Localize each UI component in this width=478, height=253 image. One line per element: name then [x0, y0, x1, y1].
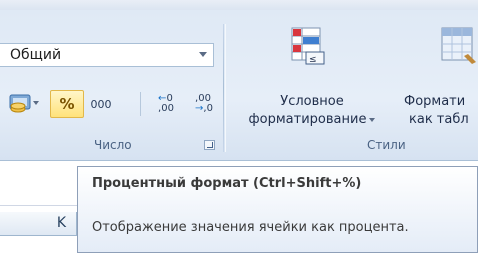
conditional-formatting-label-line1: Условное — [280, 94, 344, 109]
decrease-decimal-bottom: ,0 — [203, 103, 213, 114]
format-as-table-button[interactable]: Формати как табл — [392, 20, 478, 130]
conditional-formatting-label-line2: форматирование — [234, 112, 390, 127]
percent-style-tooltip: Процентный формат (Ctrl+Shift+%) Отображ… — [77, 166, 478, 253]
column-header-label: K — [56, 215, 66, 231]
percent-style-button[interactable]: % — [50, 90, 84, 118]
ribbon-top-strip — [0, 0, 478, 10]
comma-style-button[interactable]: 000 — [86, 90, 116, 118]
conditional-formatting-icon: ≤ — [291, 27, 325, 65]
svg-text:≤: ≤ — [309, 55, 317, 65]
format-as-table-label-line1: Формати — [404, 94, 466, 109]
format-as-table-icon — [441, 27, 476, 64]
tooltip-body: Отображение значения ячейки как процента… — [92, 220, 409, 235]
column-header-k[interactable]: K — [0, 212, 77, 236]
group-separator-highlight — [225, 24, 226, 152]
styles-group-label: Стили — [367, 138, 406, 152]
conditional-formatting-button[interactable]: ≤ Условное форматирование — [234, 20, 390, 130]
group-separator — [223, 24, 224, 152]
tooltip-title: Процентный формат (Ctrl+Shift+%) — [92, 176, 362, 191]
decrease-decimal-button[interactable]: ,00 →,0 — [186, 90, 222, 118]
chevron-down-icon — [369, 117, 376, 122]
currency-format-button[interactable] — [6, 88, 46, 118]
chevron-down-icon[interactable] — [199, 52, 207, 57]
decrease-decimal-icon: ,00 →,0 — [195, 93, 213, 114]
number-format-combobox[interactable]: Общий — [0, 43, 214, 67]
increase-decimal-bottom: ,00 — [158, 103, 174, 114]
percent-label: % — [59, 95, 75, 113]
increase-decimal-icon: ←0 ,00 — [158, 93, 174, 114]
conditional-formatting-label-text: форматирование — [248, 112, 367, 127]
dialog-launcher-icon[interactable] — [204, 140, 215, 150]
toolbar-divider — [140, 92, 141, 116]
format-as-table-label-line2: как табл — [409, 112, 469, 127]
number-format-value: Общий — [10, 47, 62, 63]
number-group-label: Число — [94, 138, 132, 152]
grid-line — [0, 205, 77, 206]
thousands-label: 000 — [90, 97, 112, 111]
increase-decimal-button[interactable]: ←0 ,00 — [148, 90, 184, 118]
currency-format-icon — [9, 94, 39, 113]
